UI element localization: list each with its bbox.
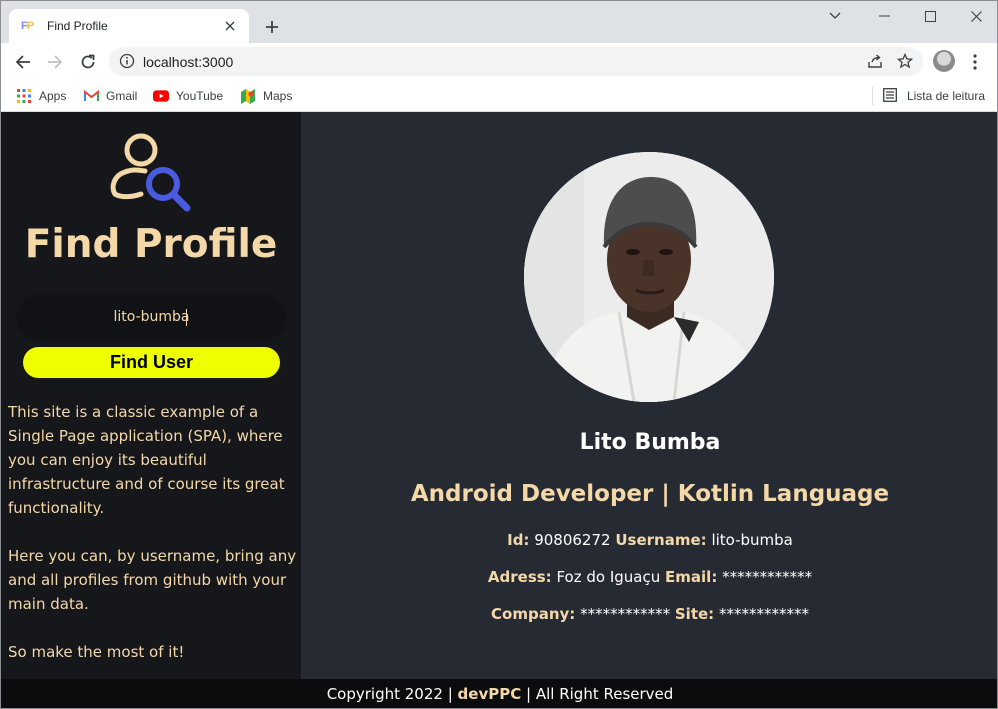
about-paragraph: This site is a classic example of a Sing… xyxy=(8,403,285,517)
forward-button[interactable] xyxy=(41,48,69,76)
bookmark-apps[interactable]: Apps xyxy=(16,86,66,106)
bookmark-maps[interactable]: Maps xyxy=(240,86,292,106)
back-button[interactable] xyxy=(9,48,37,76)
find-user-button[interactable]: Find User xyxy=(23,347,280,378)
app-title: Find Profile xyxy=(24,222,278,267)
apps-grid-icon xyxy=(16,88,32,104)
profile-bio: Android Developer | Kotlin Language xyxy=(410,481,890,507)
address-value: Foz do Iguaçu xyxy=(556,568,661,586)
bookmark-star-icon[interactable] xyxy=(896,52,914,74)
about-text: This site is a classic example of a Sing… xyxy=(8,400,298,688)
new-tab-button[interactable] xyxy=(258,13,286,41)
bookmark-youtube[interactable]: YouTube xyxy=(153,86,223,106)
reading-list-label: Lista de leitura xyxy=(906,89,985,103)
footer-prefix: Copyright 2022 | xyxy=(326,685,453,703)
about-paragraph: So make the most of it! xyxy=(8,643,185,661)
minimize-button[interactable] xyxy=(861,1,907,31)
share-icon[interactable] xyxy=(867,53,883,74)
address-bar[interactable]: localhost:3000 xyxy=(109,47,923,76)
reading-list-icon xyxy=(883,88,899,104)
profile-address-email-row: Adress: Foz do Iguaçu Email: ***********… xyxy=(301,568,997,586)
username-label: Username: xyxy=(615,531,707,549)
browser-window: FP Find Profile localhost:3000 Apps Gmai… xyxy=(0,0,998,709)
bookmark-label: Gmail xyxy=(106,89,138,103)
profile-photo xyxy=(524,152,774,402)
text-caret xyxy=(186,309,187,326)
profile-card: Lito Bumba Android Developer | Kotlin La… xyxy=(301,112,997,679)
app-page: Find Profile Find User This site is a cl… xyxy=(1,112,997,708)
company-value: ************ xyxy=(580,605,671,623)
youtube-icon xyxy=(153,88,169,104)
site-label: Site: xyxy=(674,605,715,623)
address-label: Adress: xyxy=(487,568,552,586)
profile-id-username-row: Id: 90806272 Username: lito-bumba xyxy=(301,531,997,549)
close-tab-icon[interactable] xyxy=(221,17,239,35)
tab-search-chevron-icon[interactable] xyxy=(813,1,857,31)
close-window-button[interactable] xyxy=(953,1,997,31)
company-label: Company: xyxy=(491,605,576,623)
profile-avatar-icon[interactable] xyxy=(933,50,955,72)
footer-suffix: | All Right Reserved xyxy=(526,685,674,703)
maps-icon xyxy=(240,88,256,104)
find-profile-logo-icon xyxy=(101,130,197,216)
id-value: 90806272 xyxy=(534,531,611,549)
bookmark-label: YouTube xyxy=(176,89,224,103)
footer-brand: devPPC xyxy=(457,685,522,703)
browser-toolbar: localhost:3000 xyxy=(1,43,997,80)
page-footer: Copyright 2022 | devPPC | All Right Rese… xyxy=(1,679,997,708)
email-value: ************ xyxy=(722,568,813,586)
tab-find-profile[interactable]: FP Find Profile xyxy=(9,9,249,43)
reading-list-button[interactable]: Lista de leitura xyxy=(871,86,985,106)
site-value: ************ xyxy=(718,605,809,623)
browser-menu-icon[interactable] xyxy=(963,48,987,76)
username-value: lito-bumba xyxy=(711,531,793,549)
url-text: localhost:3000 xyxy=(143,54,234,70)
window-controls xyxy=(813,1,997,31)
maximize-button[interactable] xyxy=(907,1,953,31)
tab-title: Find Profile xyxy=(47,19,108,33)
bookmark-label: Apps xyxy=(39,89,67,103)
profile-company-site-row: Company: ************ Site: ************ xyxy=(301,605,997,623)
bookmark-separator xyxy=(871,87,873,105)
tab-strip: FP Find Profile xyxy=(1,1,997,43)
gmail-icon xyxy=(83,88,99,104)
about-paragraph: Here you can, by username, bring any and… xyxy=(8,547,297,613)
reload-button[interactable] xyxy=(74,48,102,76)
username-search-input[interactable] xyxy=(19,297,284,337)
site-info-icon[interactable] xyxy=(119,53,135,69)
bookmark-gmail[interactable]: Gmail xyxy=(83,86,137,106)
bookmark-label: Maps xyxy=(263,89,293,103)
bookmarks-bar: Apps Gmail YouTube Maps Lista de leitura xyxy=(1,80,997,112)
profile-name: Lito Bumba xyxy=(579,430,721,455)
favicon-icon: FP xyxy=(21,20,34,32)
email-label: Email: xyxy=(665,568,718,586)
sidebar: Find Profile Find User This site is a cl… xyxy=(1,112,301,679)
id-label: Id: xyxy=(507,531,530,549)
